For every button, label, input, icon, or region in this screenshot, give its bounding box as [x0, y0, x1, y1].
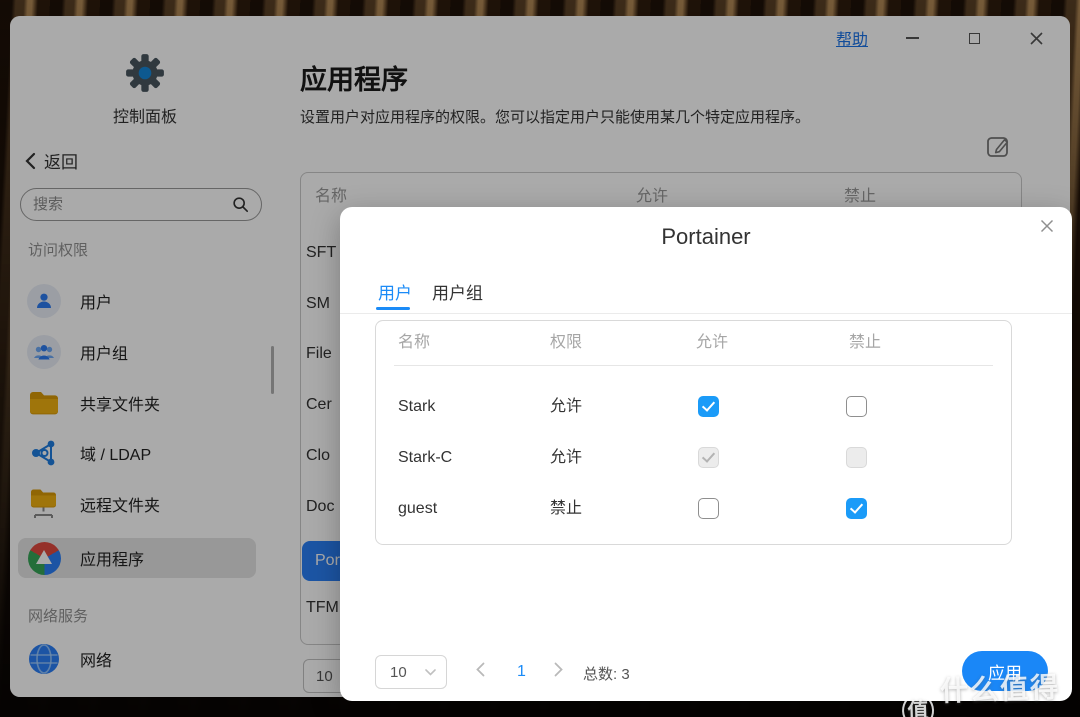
allow-checkbox[interactable]	[698, 498, 719, 519]
smzdm-watermark: 值 什么值得买	[901, 665, 1080, 717]
user-name: Stark	[398, 385, 435, 429]
permission: 允许	[550, 385, 582, 429]
watermark-text: 什么值得买	[939, 665, 1080, 717]
chevron-left-icon	[476, 662, 485, 677]
next-page-button[interactable]	[554, 662, 563, 682]
previous-page-button[interactable]	[476, 662, 485, 682]
allow-checkbox[interactable]	[698, 396, 719, 417]
permission: 允许	[550, 436, 582, 480]
page-size-select[interactable]: 10	[375, 655, 447, 689]
table-row: Stark 允许	[376, 385, 1011, 429]
table-row: Stark-C 允许	[376, 436, 1011, 480]
permission: 禁止	[550, 487, 582, 531]
permissions-table: 名称 权限 允许 禁止 Stark 允许 Stark-C 允许 guest 禁止	[375, 320, 1012, 545]
column-header-deny: 禁止	[849, 321, 881, 365]
total-count-label: 总数: 3	[583, 663, 630, 684]
portainer-permissions-dialog: Portainer 用户 用户组 名称 权限 允许 禁止 Stark 允许 St…	[340, 207, 1072, 701]
deny-checkbox[interactable]	[846, 396, 867, 417]
column-header-allow: 允许	[696, 321, 728, 365]
column-header-name: 名称	[398, 321, 430, 365]
header-divider	[394, 365, 993, 366]
deny-checkbox	[846, 447, 867, 468]
chevron-down-icon	[425, 669, 436, 676]
tab-user-groups[interactable]: 用户组	[432, 279, 483, 304]
page-size-value: 10	[390, 664, 407, 681]
allow-checkbox	[698, 447, 719, 468]
table-row: guest 禁止	[376, 487, 1011, 531]
active-tab-indicator	[376, 307, 410, 310]
user-name: Stark-C	[398, 436, 452, 480]
page-number[interactable]: 1	[517, 663, 526, 681]
deny-checkbox[interactable]	[846, 498, 867, 519]
tabs-divider	[340, 313, 1072, 314]
column-header-permission: 权限	[550, 321, 582, 365]
dialog-title: Portainer	[340, 224, 1072, 250]
user-name: guest	[398, 487, 437, 531]
watermark-badge: 值	[901, 693, 934, 717]
chevron-right-icon	[554, 662, 563, 677]
tab-users[interactable]: 用户	[378, 279, 412, 304]
